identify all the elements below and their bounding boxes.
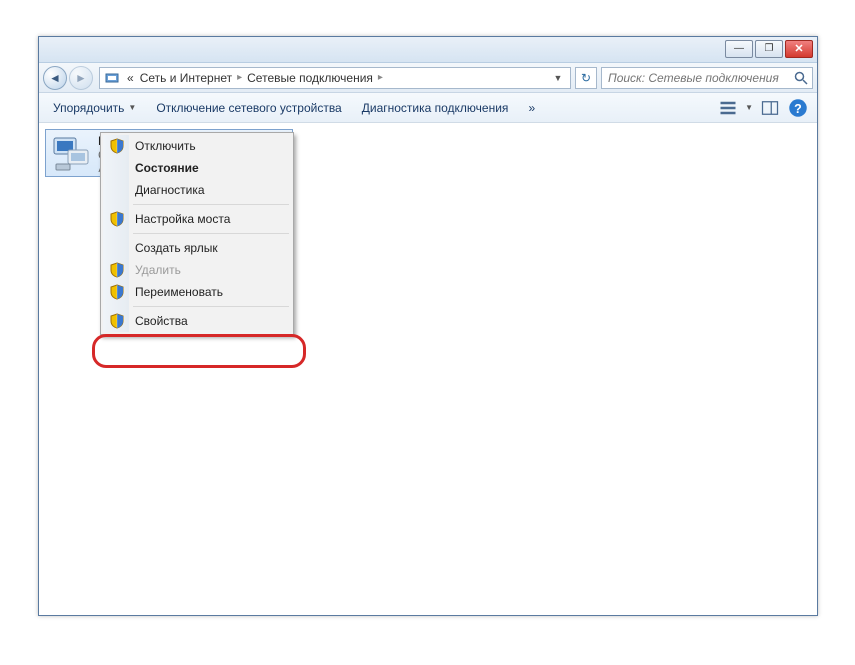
forward-button[interactable]: ► — [69, 66, 93, 90]
breadcrumb-sep-icon[interactable]: ▸ — [235, 72, 244, 83]
menu-item-label: Отключить — [135, 139, 196, 153]
back-button[interactable]: ◄ — [43, 66, 67, 90]
search-box[interactable] — [601, 67, 813, 89]
breadcrumb-seg-network[interactable]: Сеть и Интернет — [137, 68, 235, 88]
network-adapter-icon — [50, 134, 92, 174]
menu-item-настройка-моста[interactable]: Настройка моста — [103, 208, 291, 230]
breadcrumb-seg-connections[interactable]: Сетевые подключения — [244, 68, 376, 88]
menu-item-диагностика[interactable]: Диагностика — [103, 179, 291, 201]
menu-item-состояние[interactable]: Состояние — [103, 157, 291, 179]
organize-menu[interactable]: Упорядочить ▼ — [47, 97, 142, 119]
minimize-button[interactable]: — — [725, 40, 753, 58]
menu-item-label: Переименовать — [135, 285, 223, 299]
menu-item-создать-ярлык[interactable]: Создать ярлык — [103, 237, 291, 259]
menu-item-label: Создать ярлык — [135, 241, 218, 255]
search-input[interactable] — [602, 68, 812, 88]
uac-shield-icon — [109, 138, 125, 154]
navigation-bar: ◄ ► « Сеть и Интернет ▸ Сетевые подключе… — [39, 63, 817, 93]
window-controls: — ❐ ✕ — [725, 40, 813, 58]
menu-separator — [133, 233, 289, 234]
diagnose-connection-button[interactable]: Диагностика подключения — [356, 97, 515, 119]
preview-pane-button[interactable] — [759, 98, 781, 118]
chevron-down-icon: ▼ — [128, 103, 136, 112]
network-location-icon — [104, 70, 120, 86]
menu-item-label: Диагностика — [135, 183, 205, 197]
menu-item-удалить: Удалить — [103, 259, 291, 281]
command-bar: Упорядочить ▼ Отключение сетевого устрой… — [39, 93, 817, 123]
menu-item-label: Удалить — [135, 263, 181, 277]
address-dropdown-icon[interactable]: ▼ — [550, 73, 566, 83]
uac-shield-icon — [109, 262, 125, 278]
titlebar[interactable]: — ❐ ✕ — [39, 37, 817, 63]
menu-item-label: Свойства — [135, 314, 188, 328]
breadcrumb-sep-icon[interactable]: ▸ — [376, 72, 385, 83]
uac-shield-icon — [109, 313, 125, 329]
menu-item-label: Состояние — [135, 161, 199, 175]
menu-item-отключить[interactable]: Отключить — [103, 135, 291, 157]
uac-shield-icon — [109, 211, 125, 227]
chevron-down-icon[interactable]: ▼ — [745, 103, 753, 112]
search-icon[interactable] — [793, 70, 809, 86]
menu-item-свойства[interactable]: Свойства — [103, 310, 291, 332]
menu-item-label: Настройка моста — [135, 212, 230, 226]
uac-shield-icon — [109, 284, 125, 300]
menu-separator — [133, 306, 289, 307]
refresh-button[interactable]: ↻ — [575, 67, 597, 89]
address-bar[interactable]: « Сеть и Интернет ▸ Сетевые подключения … — [99, 67, 571, 89]
close-button[interactable]: ✕ — [785, 40, 813, 58]
breadcrumb-prefix[interactable]: « — [124, 68, 137, 88]
svg-text:?: ? — [794, 102, 802, 116]
disable-device-button[interactable]: Отключение сетевого устройства — [150, 97, 347, 119]
menu-separator — [133, 204, 289, 205]
view-options-button[interactable] — [717, 98, 739, 118]
organize-label: Упорядочить — [53, 101, 124, 115]
help-button[interactable]: ? — [787, 98, 809, 118]
maximize-button[interactable]: ❐ — [755, 40, 783, 58]
context-menu: Отключить Состояние Диагностика Настройка м… — [100, 132, 294, 335]
toolbar-overflow[interactable]: » — [522, 97, 541, 119]
menu-item-переименовать[interactable]: Переименовать — [103, 281, 291, 303]
